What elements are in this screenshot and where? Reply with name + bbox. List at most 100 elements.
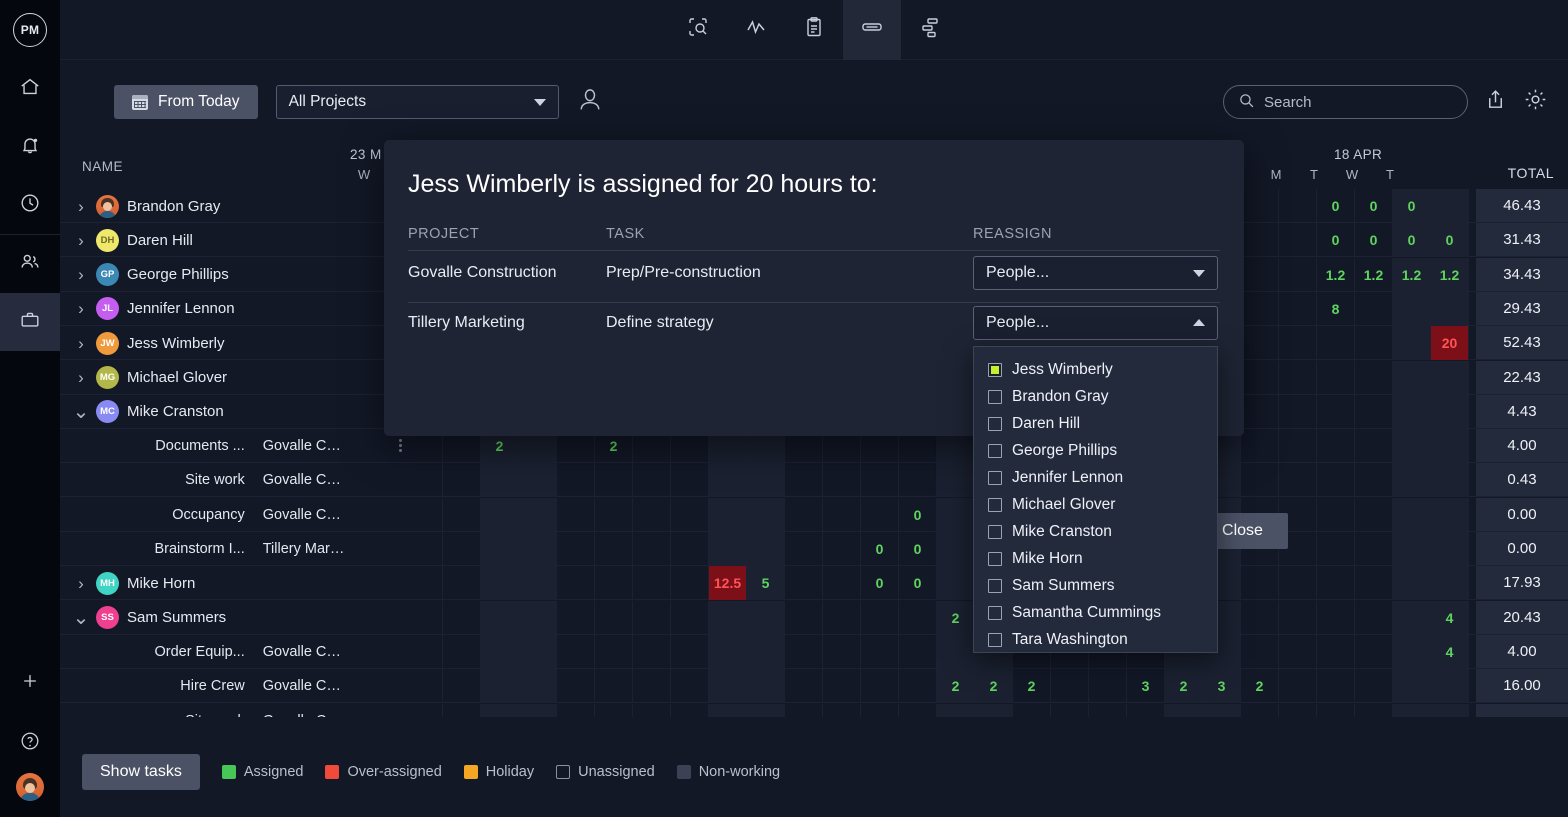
grid-cell[interactable] bbox=[1279, 669, 1317, 703]
dropdown-option[interactable]: Mike Horn bbox=[974, 545, 1217, 572]
show-tasks-button[interactable]: Show tasks bbox=[82, 754, 200, 790]
grid-cell[interactable] bbox=[1317, 704, 1355, 718]
grid-cell[interactable] bbox=[785, 635, 823, 669]
chevron-right-icon[interactable]: › bbox=[74, 198, 88, 215]
grid-cell[interactable] bbox=[595, 704, 633, 718]
grid-cell[interactable] bbox=[1089, 669, 1127, 703]
project-filter-select[interactable]: All Projects bbox=[276, 85, 559, 119]
grid-cell[interactable] bbox=[1317, 601, 1355, 635]
grid-cell[interactable]: 4 bbox=[1431, 601, 1469, 635]
grid-cell[interactable]: 20 bbox=[1431, 326, 1469, 360]
grid-cell[interactable] bbox=[519, 498, 557, 532]
grid-cell[interactable] bbox=[443, 463, 481, 497]
tab-zoom-select[interactable] bbox=[669, 0, 727, 60]
grid-cell[interactable] bbox=[1317, 395, 1355, 429]
sidebar-item-notifications[interactable] bbox=[0, 118, 60, 176]
grid-cell[interactable] bbox=[861, 669, 899, 703]
grid-cell[interactable] bbox=[861, 498, 899, 532]
grid-cell[interactable]: 1.2 bbox=[1355, 258, 1393, 292]
grid-cell[interactable] bbox=[747, 463, 785, 497]
grid-cell[interactable] bbox=[1241, 704, 1279, 718]
grid-cell[interactable] bbox=[1431, 395, 1469, 429]
sidebar-item-people[interactable] bbox=[0, 235, 60, 293]
grid-cell[interactable] bbox=[1431, 429, 1469, 463]
grid-cell[interactable] bbox=[709, 532, 747, 566]
grid-cell[interactable] bbox=[1355, 498, 1393, 532]
tab-gantt[interactable] bbox=[901, 0, 959, 60]
grid-cell[interactable] bbox=[405, 498, 443, 532]
grid-cell[interactable] bbox=[1127, 704, 1165, 718]
grid-cell[interactable] bbox=[937, 635, 975, 669]
grid-cell[interactable] bbox=[899, 601, 937, 635]
grid-cell[interactable]: 1.2 bbox=[1431, 258, 1469, 292]
grid-cell[interactable] bbox=[747, 669, 785, 703]
grid-cell[interactable]: 0 bbox=[861, 532, 899, 566]
grid-cell[interactable]: 2 bbox=[1165, 669, 1203, 703]
grid-cell[interactable] bbox=[861, 463, 899, 497]
checkbox-icon[interactable] bbox=[988, 525, 1002, 539]
checkbox-icon[interactable] bbox=[988, 498, 1002, 512]
checkbox-checked-icon[interactable] bbox=[988, 363, 1002, 377]
grid-cell[interactable] bbox=[823, 532, 861, 566]
grid-cell[interactable] bbox=[1317, 635, 1355, 669]
grid-cell[interactable] bbox=[1393, 601, 1431, 635]
grid-cell[interactable]: 0 bbox=[1431, 223, 1469, 257]
grid-cell[interactable] bbox=[823, 669, 861, 703]
grid-cell[interactable] bbox=[823, 498, 861, 532]
grid-cell[interactable] bbox=[1393, 566, 1431, 600]
grid-cell[interactable] bbox=[405, 669, 443, 703]
grid-cell[interactable] bbox=[1241, 361, 1279, 395]
chevron-right-icon[interactable]: › bbox=[74, 300, 88, 317]
dropdown-option[interactable]: Mike Cranston bbox=[974, 518, 1217, 545]
grid-cell[interactable] bbox=[937, 498, 975, 532]
grid-cell[interactable] bbox=[1241, 189, 1279, 223]
grid-cell[interactable] bbox=[1317, 566, 1355, 600]
chevron-right-icon[interactable]: › bbox=[74, 335, 88, 352]
grid-cell[interactable] bbox=[709, 463, 747, 497]
grid-cell[interactable] bbox=[1393, 326, 1431, 360]
grid-cell[interactable] bbox=[1317, 669, 1355, 703]
grid-cell[interactable] bbox=[519, 635, 557, 669]
grid-cell[interactable] bbox=[595, 498, 633, 532]
grid-cell[interactable]: 0 bbox=[1393, 223, 1431, 257]
grid-cell[interactable] bbox=[937, 463, 975, 497]
grid-cell[interactable] bbox=[1317, 463, 1355, 497]
grid-cell[interactable] bbox=[1393, 292, 1431, 326]
grid-cell[interactable] bbox=[481, 704, 519, 718]
chevron-down-icon[interactable]: ⌄ bbox=[74, 614, 88, 622]
tab-workload[interactable] bbox=[843, 0, 901, 60]
grid-cell[interactable] bbox=[709, 669, 747, 703]
grid-cell[interactable] bbox=[899, 463, 937, 497]
grid-cell[interactable] bbox=[405, 463, 443, 497]
grid-cell[interactable] bbox=[1279, 361, 1317, 395]
grid-cell[interactable] bbox=[633, 532, 671, 566]
grid-cell[interactable]: 0 bbox=[1317, 223, 1355, 257]
grid-cell[interactable] bbox=[937, 532, 975, 566]
checkbox-icon[interactable] bbox=[988, 390, 1002, 404]
tab-board[interactable] bbox=[785, 0, 843, 60]
grid-cell[interactable] bbox=[633, 566, 671, 600]
grid-cell[interactable]: 2 bbox=[1013, 669, 1051, 703]
chevron-right-icon[interactable]: › bbox=[74, 575, 88, 592]
grid-cell[interactable] bbox=[405, 635, 443, 669]
grid-cell[interactable] bbox=[1279, 395, 1317, 429]
grid-cell[interactable] bbox=[633, 463, 671, 497]
reassign-select-0[interactable]: People... bbox=[973, 256, 1218, 290]
grid-cell[interactable] bbox=[1317, 532, 1355, 566]
table-row[interactable]: ⌄SSSam Summers222420.43 bbox=[60, 601, 1568, 635]
grid-cell[interactable] bbox=[443, 601, 481, 635]
grid-cell[interactable] bbox=[557, 566, 595, 600]
grid-cell[interactable]: 0 bbox=[899, 532, 937, 566]
table-row[interactable]: Hire CrewGovalle Con..222323216.00 bbox=[60, 669, 1568, 703]
grid-cell[interactable] bbox=[937, 566, 975, 600]
grid-cell[interactable] bbox=[899, 669, 937, 703]
grid-cell[interactable]: 1.2 bbox=[1317, 258, 1355, 292]
grid-cell[interactable]: 2 bbox=[937, 669, 975, 703]
grid-cell[interactable]: 0 bbox=[1355, 223, 1393, 257]
grid-cell[interactable] bbox=[785, 532, 823, 566]
grid-cell[interactable] bbox=[861, 635, 899, 669]
grid-cell[interactable] bbox=[633, 498, 671, 532]
grid-cell[interactable] bbox=[519, 704, 557, 718]
table-row[interactable]: OccupancyGovalle Con..00.00 bbox=[60, 498, 1568, 532]
grid-cell[interactable] bbox=[1393, 395, 1431, 429]
